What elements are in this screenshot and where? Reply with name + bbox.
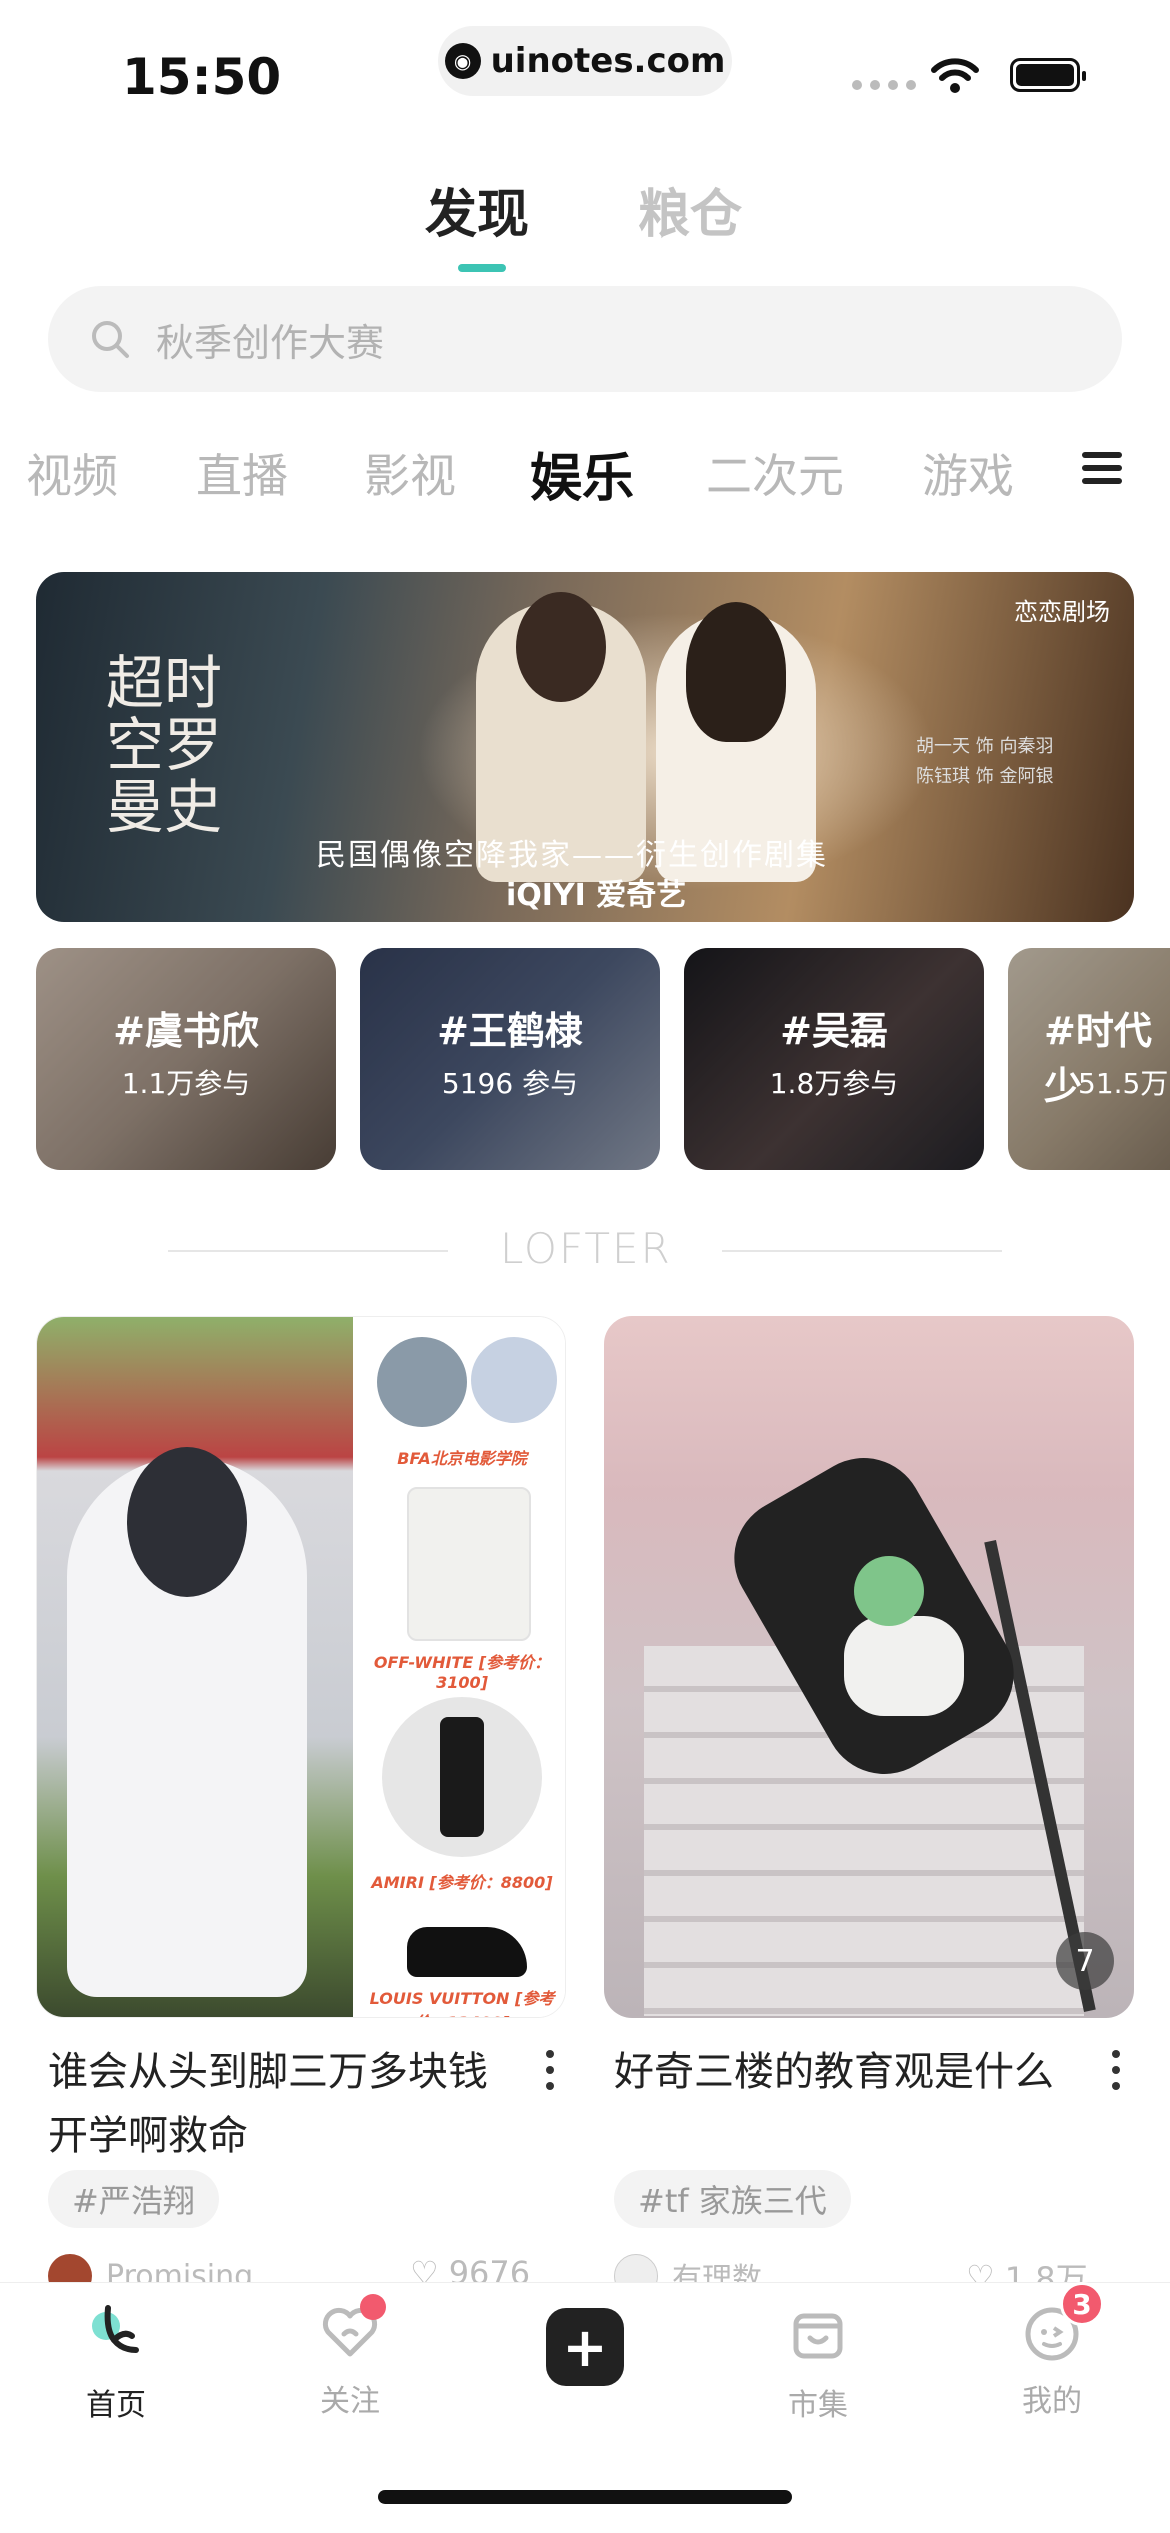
image-label: LOUIS VUITTON [参考价：13400]	[369, 1989, 555, 2017]
nav-label: 我的	[1022, 2384, 1082, 2419]
active-tab-indicator	[458, 264, 506, 272]
add-icon: +	[562, 2315, 608, 2379]
wifi-icon	[931, 58, 979, 93]
lofter-logo: LOFTER	[500, 1224, 672, 1273]
banner-cast-line: 胡一天 饰 向秦羽	[916, 736, 1054, 757]
nav-market[interactable]: 市集	[728, 2300, 908, 2424]
feed-card-image[interactable]: BFA北京电影学院 OFF-WHITE [参考价：3100] AMIRI [参考…	[36, 1316, 566, 2018]
home-indicator	[378, 2490, 792, 2504]
nav-label: 首页	[86, 2388, 146, 2423]
banner-brand: iQIYI 爱奇艺	[506, 878, 687, 913]
category-anime[interactable]: 二次元	[706, 440, 844, 506]
url-text: uinotes.com	[490, 41, 726, 81]
banner-caption: 民国偶像空降我家——衍生创作剧集	[316, 838, 828, 873]
topic-card[interactable]: #吴磊 1.8万参与	[684, 948, 984, 1170]
signal-dots-icon	[852, 80, 916, 90]
divider-line	[168, 1250, 448, 1252]
image-label: AMIRI [参考价：8800]	[371, 1873, 553, 1892]
search-icon	[92, 321, 129, 358]
category-live[interactable]: 直播	[196, 440, 288, 506]
nav-profile[interactable]: 3 我的	[962, 2282, 1142, 2420]
topic-name: #吴磊	[780, 1009, 888, 1053]
url-pill[interactable]: ◉ uinotes.com	[438, 26, 732, 96]
more-options-icon[interactable]	[1112, 2050, 1122, 2098]
post-title[interactable]: 谁会从头到脚三万多块钱开学啊救命	[48, 2040, 508, 2168]
topic-card[interactable]: #虞书欣 1.1万参与	[36, 948, 336, 1170]
search-input[interactable]: 秋季创作大赛	[48, 286, 1122, 392]
post-tag[interactable]: #tf 家族三代	[614, 2170, 851, 2228]
nav-home[interactable]: 首页	[26, 2300, 206, 2424]
tab-granary[interactable]: 粮仓	[638, 172, 742, 247]
jacket-image	[407, 1487, 531, 1641]
category-video[interactable]: 视频	[26, 440, 118, 506]
battery-icon	[1010, 58, 1086, 92]
category-entertainment[interactable]: 娱乐	[530, 436, 634, 511]
search-placeholder: 秋季创作大赛	[156, 320, 385, 365]
nav-follow[interactable]: 关注	[260, 2294, 440, 2420]
follow-heart-icon	[318, 2294, 386, 2364]
more-options-icon[interactable]	[546, 2050, 556, 2098]
post-tag[interactable]: #严浩翔	[48, 2170, 219, 2228]
notification-badge: 3	[1060, 2282, 1104, 2326]
topic-count: 1.8万参与	[769, 1067, 899, 1100]
tab-discover[interactable]: 发现	[425, 172, 529, 247]
topic-name: #王鹤棣	[437, 1009, 583, 1053]
notification-dot	[360, 2294, 386, 2320]
image-count-badge: 7	[1056, 1932, 1114, 1990]
market-icon	[793, 2313, 843, 2359]
topic-count: 1.1万参与	[121, 1067, 251, 1100]
home-icon	[92, 2305, 139, 2353]
post-photo-person	[67, 1447, 307, 1997]
category-games[interactable]: 游戏	[922, 440, 1014, 506]
topic-count: 51.5万	[1078, 1067, 1169, 1100]
site-icon: ◉	[444, 43, 481, 79]
nav-label: 关注	[320, 2384, 380, 2419]
divider-line	[722, 1250, 1002, 1252]
image-label: OFF-WHITE [参考价：3100]	[373, 1653, 551, 1692]
topic-card[interactable]: #时代少 51.5万	[1008, 948, 1170, 1170]
pants-image	[382, 1697, 542, 1857]
banner-cast: 胡一天 饰 向秦羽 陈钰琪 饰 金阿银	[916, 732, 1053, 792]
banner-logo: 恋恋剧场	[1014, 598, 1110, 626]
category-menu-icon[interactable]	[1082, 452, 1122, 491]
topic-name: #虞书欣	[113, 1009, 259, 1053]
add-post-button[interactable]: +	[546, 2308, 624, 2386]
banner-title: 超时空罗曼史	[106, 649, 223, 841]
feed-card-image[interactable]: 7	[604, 1316, 1134, 2018]
topic-count: 5196 参与	[441, 1067, 579, 1100]
profile-icon: 3	[1020, 2282, 1104, 2364]
topic-card[interactable]: #王鹤棣 5196 参与	[360, 948, 660, 1170]
image-label: BFA北京电影学院	[397, 1449, 527, 1468]
nav-label: 市集	[788, 2388, 848, 2423]
banner-cast-line: 陈钰琪 饰 金阿银	[916, 766, 1054, 787]
post-title[interactable]: 好奇三楼的教育观是什么	[614, 2040, 1074, 2104]
shoe-image	[407, 1927, 527, 1977]
category-film[interactable]: 影视	[364, 440, 456, 506]
status-time: 15:50	[122, 48, 282, 106]
promo-banner[interactable]: 超时空罗曼史 民国偶像空降我家——衍生创作剧集 iQIYI 爱奇艺 恋恋剧场 胡…	[36, 572, 1134, 922]
